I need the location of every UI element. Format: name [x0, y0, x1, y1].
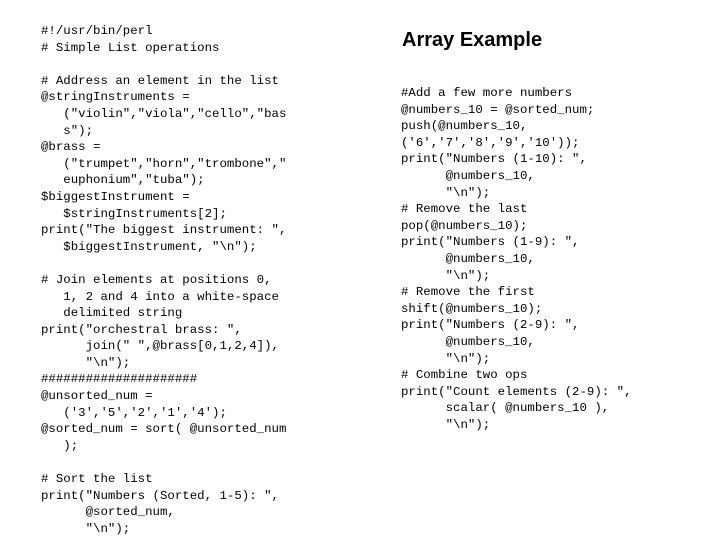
code-line: s"); [41, 123, 94, 138]
code-line: "\n"); [401, 417, 491, 432]
code-line: # Sort the list [41, 472, 153, 487]
code-line: "\n"); [41, 521, 131, 536]
code-line: ("violin","viola","cello","bas [41, 106, 287, 121]
code-line: shift(@numbers_10); [401, 301, 543, 316]
code-line: 1, 2 and 4 into a white-space [41, 289, 279, 304]
code-line: ); [41, 438, 79, 453]
code-line: # Address an element in the list [41, 73, 279, 88]
code-line: print("Numbers (1-10): ", [401, 152, 587, 167]
code-line: pop(@numbers_10); [401, 218, 528, 233]
code-line: print("Numbers (1-9): ", [401, 235, 580, 250]
code-line: print("The biggest instrument: ", [41, 223, 287, 238]
code-line: delimited string [41, 306, 183, 321]
code-line: $stringInstruments[2]; [41, 206, 227, 221]
code-line: print("Numbers (Sorted, 1-5): ", [41, 488, 279, 503]
code-line: # Combine two ops [401, 368, 528, 383]
code-block-left: #!/usr/bin/perl # Simple List operations … [41, 23, 371, 537]
code-line: @numbers_10 = @sorted_num; [401, 102, 595, 117]
code-line: ('6','7','8','9','10')); [401, 135, 580, 150]
code-line: @unsorted_num = [41, 389, 153, 404]
code-line: # Join elements at positions 0, [41, 272, 272, 287]
code-line: #!/usr/bin/perl [41, 24, 153, 38]
code-line: "\n"); [401, 185, 491, 200]
code-line: ("trumpet","horn","trombone"," [41, 156, 287, 171]
code-line: print("Numbers (2-9): ", [401, 318, 580, 333]
code-line: "\n"); [41, 355, 131, 370]
code-line: @sorted_num, [41, 505, 175, 520]
code-line: # Simple List operations [41, 40, 220, 55]
code-line: scalar( @numbers_10 ), [401, 401, 610, 416]
code-line: "\n"); [401, 351, 491, 366]
code-line: "\n"); [401, 268, 491, 283]
code-line: @brass = [41, 140, 101, 155]
code-line: #Add a few more numbers [401, 86, 573, 100]
code-line: join(" ",@brass[0,1,2,4]), [41, 339, 279, 354]
code-line: @sorted_num = sort( @unsorted_num [41, 422, 287, 437]
code-line: $biggestInstrument = [41, 189, 190, 204]
code-block-right: #Add a few more numbers @numbers_10 = @so… [401, 85, 711, 433]
page-title: Array Example [402, 29, 543, 51]
code-line: ##################### [41, 372, 198, 387]
code-line: @stringInstruments = [41, 90, 190, 105]
code-line: print("Count elements (2-9): ", [401, 384, 632, 399]
code-line: @numbers_10, [401, 168, 535, 183]
code-line: push(@numbers_10, [401, 119, 528, 134]
code-line: # Remove the first [401, 285, 535, 300]
code-line: $biggestInstrument, "\n"); [41, 239, 257, 254]
code-line: euphonium","tuba"); [41, 173, 205, 188]
slide: Array Example #!/usr/bin/perl # Simple Li… [0, 0, 720, 540]
code-line: ('3','5','2','1','4'); [41, 405, 227, 420]
code-line: # Remove the last [401, 202, 528, 217]
code-line: @numbers_10, [401, 251, 535, 266]
code-line: print("orchestral brass: ", [41, 322, 242, 337]
code-line: @numbers_10, [401, 334, 535, 349]
